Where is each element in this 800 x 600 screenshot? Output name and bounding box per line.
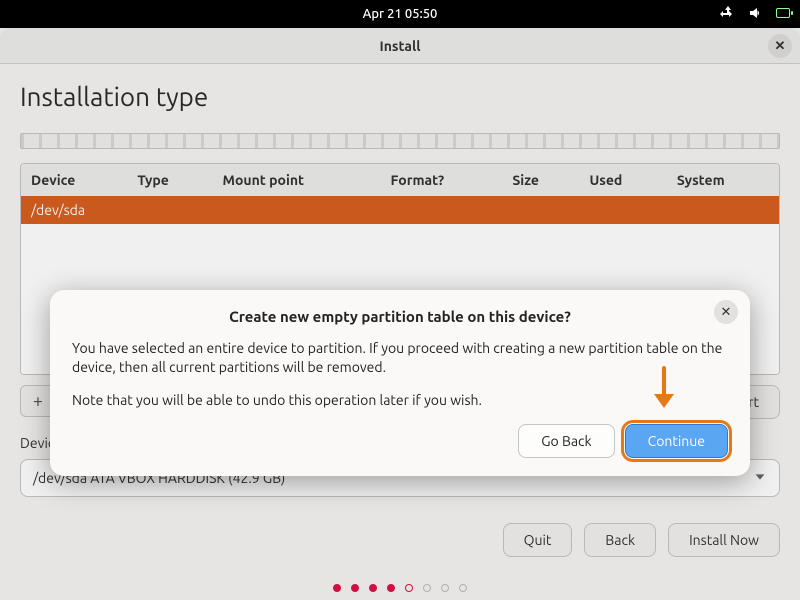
system-tray[interactable] xyxy=(720,5,790,24)
col-size[interactable]: Size xyxy=(502,164,579,196)
close-icon: ✕ xyxy=(721,305,732,320)
network-icon xyxy=(720,5,736,24)
step-dot xyxy=(333,584,341,592)
col-format[interactable]: Format? xyxy=(381,164,503,196)
partition-usage-bar xyxy=(20,133,780,149)
back-button[interactable]: Back xyxy=(584,523,656,557)
table-row[interactable]: /dev/sda xyxy=(21,196,779,224)
quit-button[interactable]: Quit xyxy=(503,523,573,557)
chevron-down-icon xyxy=(753,470,767,487)
col-type[interactable]: Type xyxy=(127,164,212,196)
close-icon: ✕ xyxy=(775,39,786,54)
table-header-row: Device Type Mount point Format? Size Use… xyxy=(21,164,779,196)
install-now-button[interactable]: Install Now xyxy=(668,523,780,557)
window-close-button[interactable]: ✕ xyxy=(768,34,792,58)
step-dot xyxy=(387,584,395,592)
dialog-title: Create new empty partition table on this… xyxy=(72,308,728,325)
window-titlebar: Install ✕ xyxy=(0,28,800,64)
page-title: Installation type xyxy=(20,82,780,111)
dialog-paragraph: Note that you will be able to undo this … xyxy=(72,391,728,410)
continue-button[interactable]: Continue xyxy=(625,424,728,458)
dialog-paragraph: You have selected an entire device to pa… xyxy=(72,339,728,377)
col-device[interactable]: Device xyxy=(21,164,127,196)
dialog-body: You have selected an entire device to pa… xyxy=(72,339,728,410)
device-cell: /dev/sda xyxy=(21,196,779,224)
battery-icon xyxy=(776,7,790,21)
step-dot xyxy=(423,584,431,592)
step-dot xyxy=(351,584,359,592)
col-system[interactable]: System xyxy=(667,164,779,196)
installer-window: Install ✕ Installation type Device Type … xyxy=(0,28,800,600)
step-dot xyxy=(459,584,467,592)
gnome-topbar: Apr 21 05:50 xyxy=(0,0,800,28)
go-back-button[interactable]: Go Back xyxy=(518,424,614,458)
volume-icon xyxy=(748,5,764,24)
col-used[interactable]: Used xyxy=(579,164,666,196)
clock[interactable]: Apr 21 05:50 xyxy=(363,7,438,21)
annotation-arrow-icon xyxy=(654,366,674,410)
col-mount[interactable]: Mount point xyxy=(213,164,381,196)
confirm-partition-dialog: ✕ Create new empty partition table on th… xyxy=(50,290,750,476)
step-dot xyxy=(369,584,377,592)
step-dot xyxy=(441,584,449,592)
window-title: Install xyxy=(380,38,421,54)
dialog-close-button[interactable]: ✕ xyxy=(714,300,738,324)
step-dot-current xyxy=(405,584,413,592)
step-indicator xyxy=(0,584,800,592)
